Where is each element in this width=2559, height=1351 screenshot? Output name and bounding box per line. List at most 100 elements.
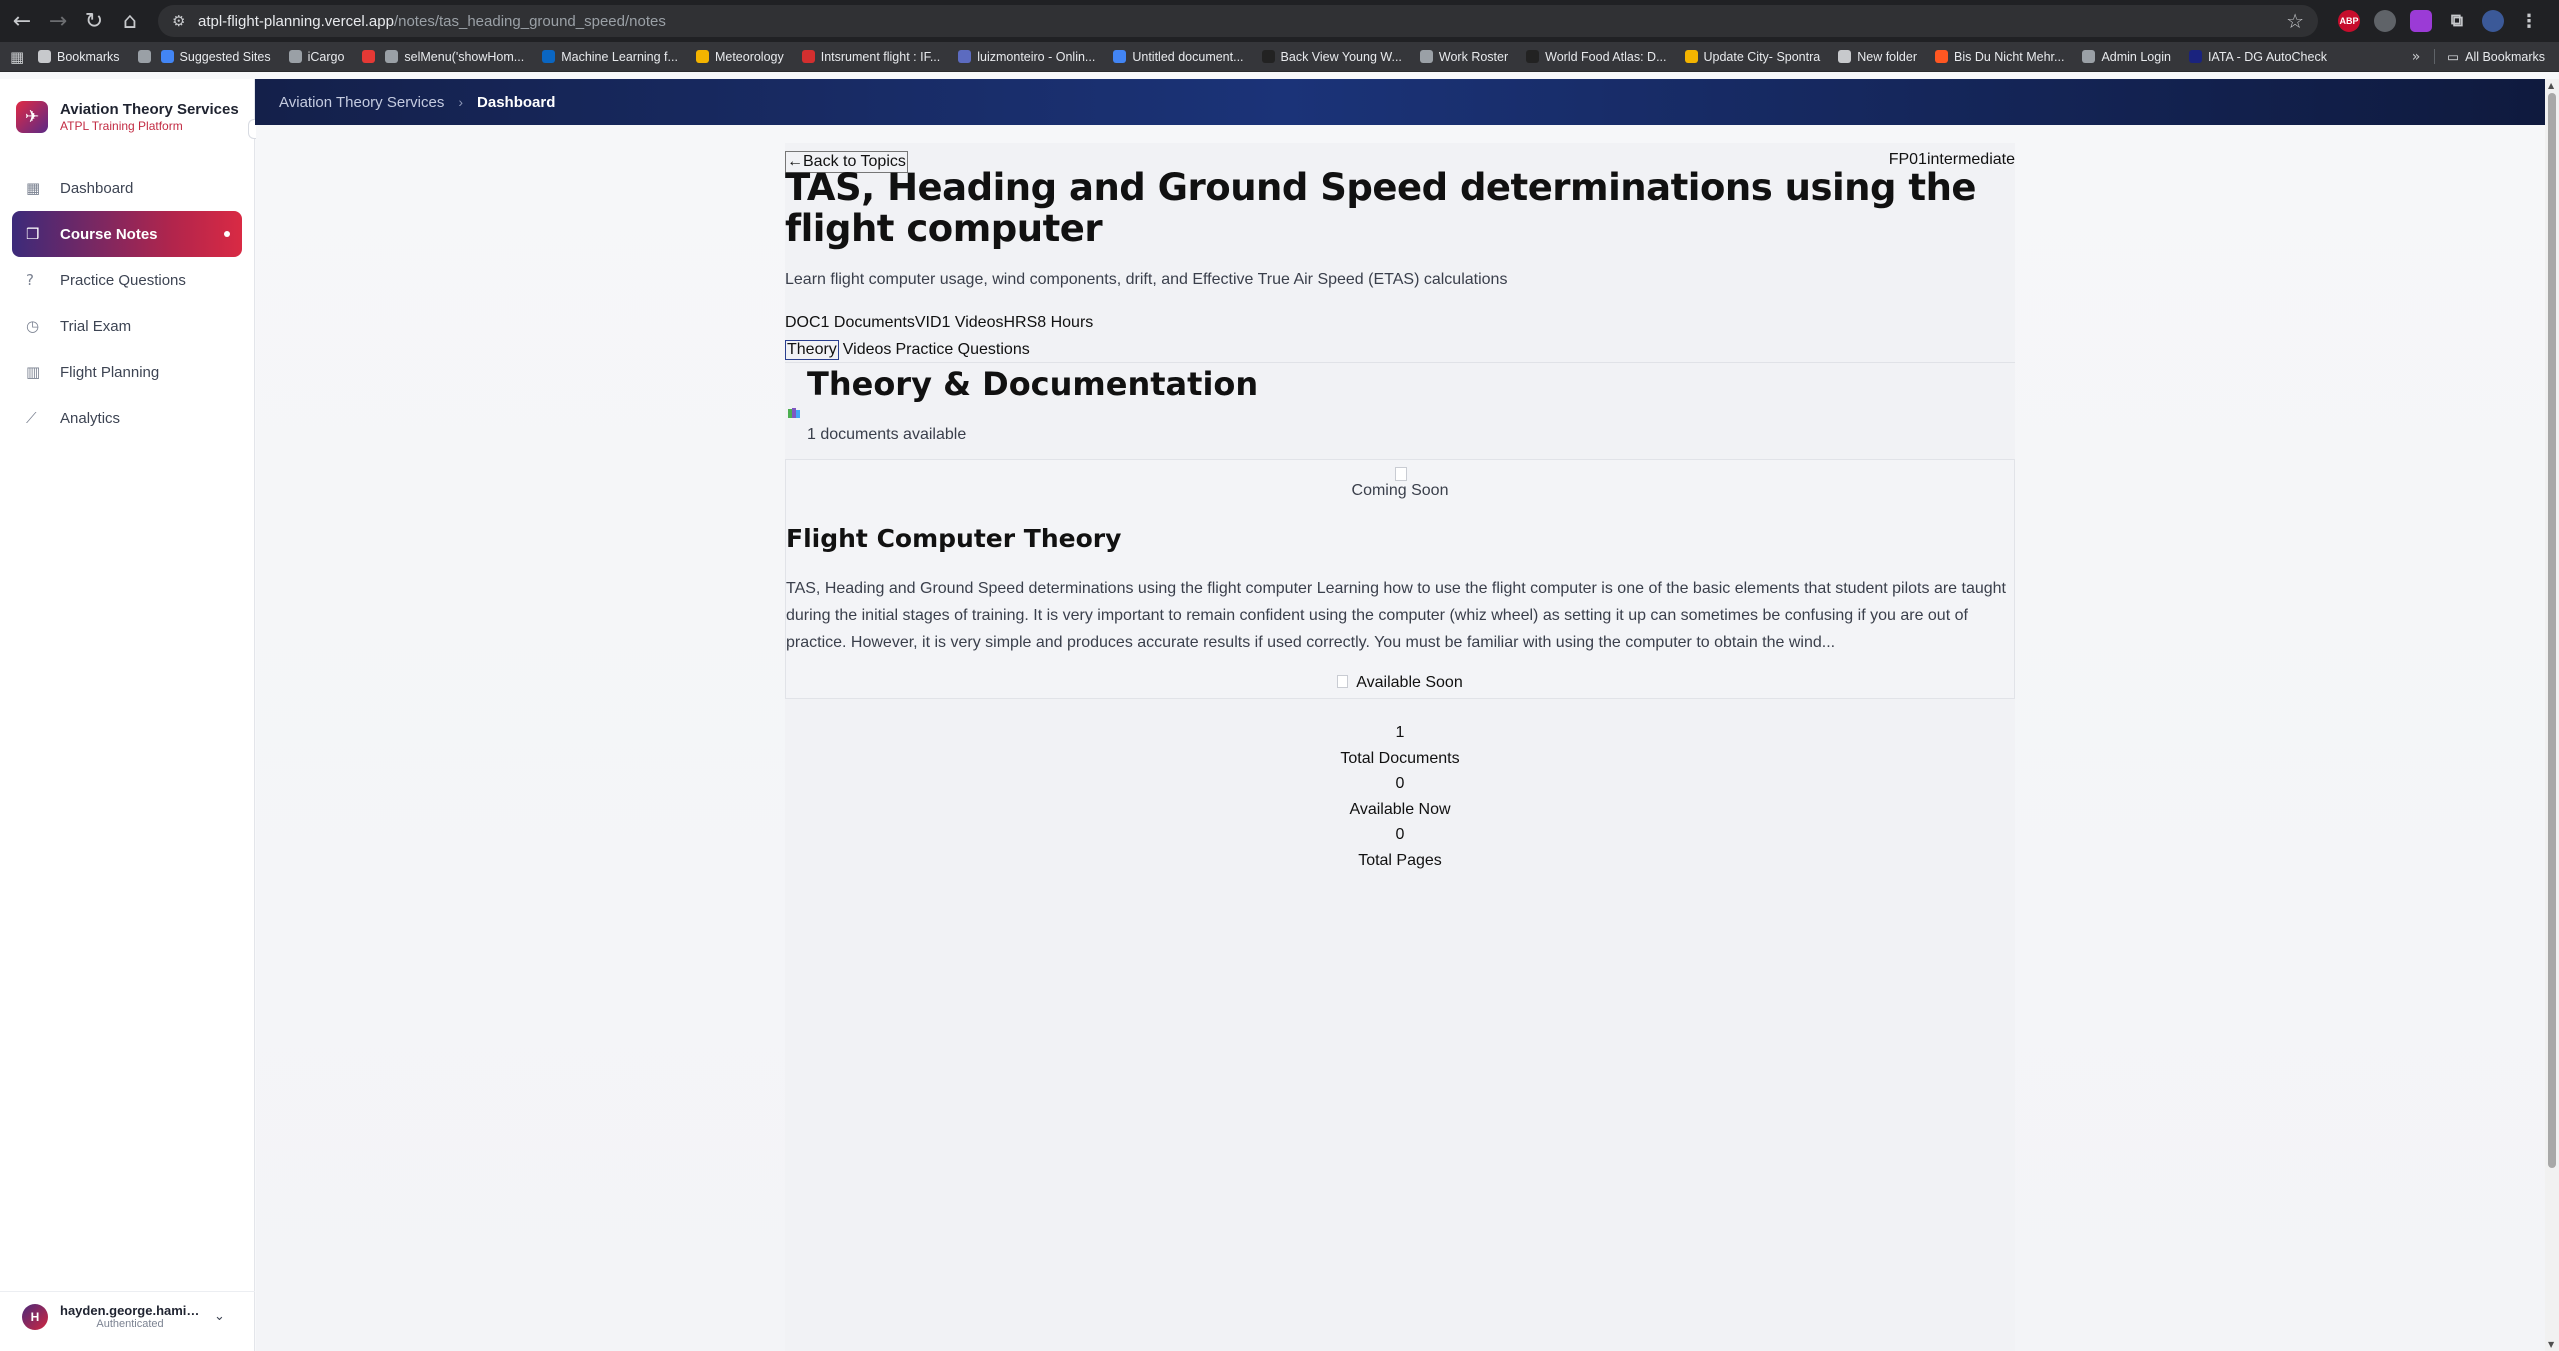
bookmark-favicon-icon: [1113, 50, 1127, 63]
bookmark-item[interactable]: World Food Atlas: D...: [1526, 50, 1667, 64]
bookmark-item[interactable]: Back View Young W...: [1261, 49, 1402, 64]
tab-videos[interactable]: Videos: [843, 340, 892, 360]
more-bookmarks-icon[interactable]: »: [2412, 49, 2421, 65]
content-tabs: Theory Videos Practice Questions: [785, 340, 1030, 360]
bookmark-item[interactable]: Bis Du Nicht Mehr...: [1934, 49, 2065, 64]
chevron-down-icon[interactable]: ⌄: [214, 1309, 225, 1324]
sidebar-item-label: Flight Planning: [60, 363, 160, 381]
app-header: Aviation Theory Services › Dashboard: [255, 79, 2545, 125]
bookmark-item[interactable]: IATA - DG AutoCheck: [2188, 50, 2327, 64]
sidebar-item-practice-questions[interactable]: ? Practice Questions: [12, 257, 242, 303]
browser-toolbar: ← → ↻ ⌂ ⚙ atpl-flight-planning.vercel.ap…: [0, 0, 2559, 42]
browser-menu-icon[interactable]: ⋮: [2518, 10, 2540, 32]
scroll-up-icon[interactable]: ▲: [2548, 81, 2554, 90]
available-now-label: Available Now: [1349, 800, 1451, 818]
reload-icon[interactable]: ↻: [76, 3, 112, 39]
bookmark-star-icon[interactable]: ☆: [2286, 9, 2304, 33]
apps-grid-icon[interactable]: ▦: [10, 48, 38, 66]
bookmark-item[interactable]: [137, 50, 151, 63]
bookmark-favicon-icon: [385, 50, 399, 63]
bookmark-item[interactable]: [362, 50, 376, 63]
bookmark-item[interactable]: New folder: [1838, 50, 1917, 64]
scrollbar-thumb[interactable]: [2548, 93, 2556, 1168]
bookmark-favicon-icon: [1261, 50, 1275, 63]
brand-subtitle: ATPL Training Platform: [60, 119, 183, 133]
breadcrumb-root[interactable]: Aviation Theory Services: [279, 94, 444, 111]
section-heading: Theory & Documentation: [807, 365, 1259, 403]
document-file-icon: [1395, 467, 1407, 481]
page-scrollbar[interactable]: ▲ ▼: [2545, 79, 2559, 1351]
extension-icon[interactable]: [2374, 10, 2396, 32]
total-documents-value: 1: [1395, 724, 1405, 741]
extensions-area: ABP ⧉ ⋮: [2338, 10, 2540, 32]
tab-practice-questions[interactable]: Practice Questions: [895, 340, 1029, 360]
tab-theory[interactable]: Theory: [785, 340, 839, 360]
topic-content: ←Back to Topics FP01intermediate TAS, He…: [785, 143, 2015, 1351]
bookmark-item[interactable]: Intsrument flight : IF...: [801, 50, 940, 64]
bookmark-label: selMenu('showHom...: [404, 49, 525, 64]
bookmark-list: Bookmarks Suggested Sites iCargo selMenu('s…: [38, 50, 2345, 64]
bookmark-favicon-icon: [362, 50, 376, 63]
main-area: ←Back to Topics FP01intermediate TAS, He…: [256, 125, 2545, 1351]
bookmark-favicon-icon: [542, 50, 556, 63]
book-icon: ❒: [26, 225, 40, 243]
sidebar-item-analytics[interactable]: ⟋ Analytics: [12, 395, 242, 441]
profile-avatar-icon[interactable]: [2482, 10, 2504, 32]
bookmark-label: Bis Du Nicht Mehr...: [1953, 49, 2065, 64]
sidebar-item-course-notes[interactable]: ❒ Course Notes: [12, 211, 242, 257]
document-status: Coming Soon: [1351, 482, 1449, 499]
bookmark-label: Machine Learning f...: [561, 49, 678, 64]
folder-icon: ▭: [2447, 50, 2460, 64]
user-menu[interactable]: H hayden.george.hamilt... Authenticated …: [0, 1291, 255, 1341]
site-info-icon[interactable]: ⚙: [172, 12, 198, 30]
all-bookmarks-label: All Bookmarks: [2465, 49, 2545, 64]
bookmark-item[interactable]: Admin Login: [2082, 50, 2171, 64]
bookmark-favicon-icon: [1526, 50, 1540, 63]
bookmark-item[interactable]: Untitled document...: [1113, 49, 1244, 64]
sidebar-nav: ▦ Dashboard ❒ Course Notes ? Practice Qu…: [0, 165, 254, 441]
topic-stats: DOC1 DocumentsVID1 VideosHRS8 Hours: [785, 314, 1094, 331]
bookmark-label: New folder: [1857, 49, 1917, 64]
bookmark-label: Update City- Spontra: [1703, 49, 1821, 64]
document-file-icon: [1337, 675, 1349, 688]
bookmark-label: Back View Young W...: [1280, 49, 1402, 64]
sidebar-item-label: Course Notes: [60, 225, 158, 243]
bookmark-favicon-icon: [160, 50, 174, 63]
bookmark-item[interactable]: Meteorology: [695, 50, 784, 64]
bookmark-label: iCargo: [307, 49, 345, 64]
bookmark-label: Untitled document...: [1132, 49, 1244, 64]
bookmark-item[interactable]: Machine Learning f...: [542, 50, 678, 64]
bookmark-favicon-icon: [695, 50, 709, 63]
forward-arrow-icon[interactable]: →: [40, 3, 76, 39]
bookmark-item[interactable]: selMenu('showHom...: [385, 50, 524, 64]
brand[interactable]: ✈ Aviation Theory Services ATPL Training…: [0, 79, 254, 133]
total-pages-value: 0: [1395, 826, 1405, 843]
bookmark-item[interactable]: luizmonteiro - Onlin...: [958, 50, 1095, 64]
back-arrow-icon[interactable]: ←: [4, 3, 40, 39]
sidebar-item-flight-planning[interactable]: ▥ Flight Planning: [12, 349, 242, 395]
document-card[interactable]: Coming Soon Flight Computer Theory TAS, …: [785, 459, 2015, 699]
bookmark-item[interactable]: Update City- Spontra: [1684, 49, 1821, 64]
sidebar-item-label: Practice Questions: [60, 271, 186, 289]
availability-row: Available Soon: [786, 674, 2014, 692]
bookmark-item[interactable]: Suggested Sites: [160, 49, 271, 64]
bookmark-label: Suggested Sites: [179, 49, 271, 64]
home-icon[interactable]: ⌂: [112, 3, 148, 39]
extension-icon[interactable]: [2410, 10, 2432, 32]
all-bookmarks-button[interactable]: ▭ All Bookmarks: [2434, 49, 2545, 64]
bookmark-label: Bookmarks: [57, 49, 120, 64]
extensions-puzzle-icon[interactable]: ⧉: [2446, 10, 2468, 32]
bookmark-favicon-icon: [288, 50, 302, 63]
bookmark-item[interactable]: iCargo: [288, 49, 345, 64]
active-indicator-dot: [224, 231, 230, 237]
adblock-extension-icon[interactable]: ABP: [2338, 10, 2360, 32]
user-status: Authenticated: [96, 1318, 164, 1330]
address-bar[interactable]: ⚙ atpl-flight-planning.vercel.app/notes/…: [158, 5, 2318, 37]
bookmark-item[interactable]: Bookmarks: [38, 50, 120, 64]
user-name: hayden.george.hamilt...: [60, 1303, 200, 1318]
scroll-down-icon[interactable]: ▼: [2548, 1340, 2554, 1349]
sidebar-item-dashboard[interactable]: ▦ Dashboard: [12, 165, 242, 211]
bookmark-item[interactable]: Work Roster: [1419, 50, 1508, 64]
document-summary: 1 Total Documents 0 Available Now 0 Tota…: [785, 720, 2015, 873]
sidebar-item-trial-exam[interactable]: ◷ Trial Exam: [12, 303, 242, 349]
